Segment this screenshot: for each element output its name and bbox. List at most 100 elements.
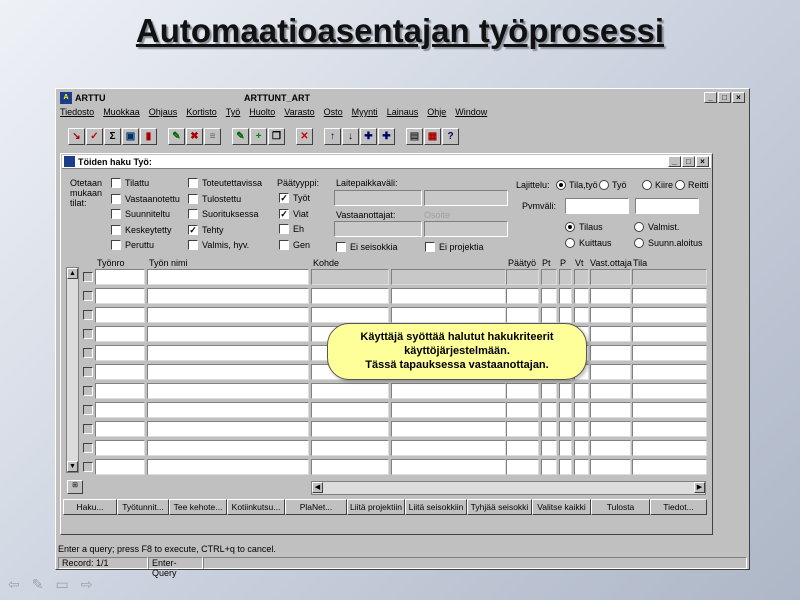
grid-cell[interactable]	[311, 383, 389, 399]
state-checkbox[interactable]	[111, 209, 121, 219]
grid-cell[interactable]	[311, 269, 389, 285]
laitepaikka-to-field[interactable]	[424, 190, 508, 206]
grid-cell[interactable]	[541, 440, 557, 456]
menu-kortisto[interactable]: Kortisto	[186, 107, 217, 121]
menu-myynti[interactable]: Myynti	[352, 107, 378, 121]
paatyyppi-checkbox[interactable]: ✓	[279, 208, 289, 219]
paatyyppi-checkbox[interactable]	[279, 239, 289, 250]
kotiinkutsu-button[interactable]: Kotiinkutsu...	[227, 499, 285, 515]
save-icon[interactable]: ▣	[122, 127, 139, 145]
date-type-radio[interactable]	[565, 222, 575, 232]
ei-projektia-checkbox[interactable]	[425, 242, 435, 252]
edit-pencil-icon[interactable]: ✎	[232, 127, 249, 145]
grid-cell[interactable]	[590, 307, 631, 323]
menu-icon[interactable]: ▭	[55, 576, 68, 593]
grid-cell[interactable]	[95, 269, 145, 285]
tiedot-button[interactable]: Tiedot...	[650, 499, 707, 515]
grid-cell[interactable]	[147, 269, 309, 285]
menu-varasto[interactable]: Varasto	[284, 107, 314, 121]
grid-cell[interactable]	[590, 345, 631, 361]
date-type-radio[interactable]	[634, 222, 644, 232]
lajittelu-radio[interactable]	[675, 180, 685, 190]
delete-record-icon[interactable]: ✖	[186, 127, 203, 145]
menu-ohjaus[interactable]: Ohjaus	[149, 107, 178, 121]
grid-cell[interactable]	[574, 459, 589, 475]
row-select-checkbox[interactable]	[83, 348, 93, 358]
grid-cell[interactable]	[95, 307, 145, 323]
grid-cell[interactable]	[506, 440, 539, 456]
tyotunnit-button[interactable]: Työtunnit...	[117, 499, 169, 515]
sum-icon[interactable]: Σ	[104, 127, 121, 145]
lajittelu-radio[interactable]	[599, 180, 609, 190]
grid-cell[interactable]	[590, 326, 631, 342]
grid-cell[interactable]	[95, 459, 145, 475]
grid-cell[interactable]	[95, 402, 145, 418]
grid-cell[interactable]	[311, 402, 389, 418]
grid-cell[interactable]	[391, 402, 506, 418]
menu-muokkaa[interactable]: Muokkaa	[103, 107, 140, 121]
planet-button[interactable]: PlaNet...	[285, 499, 347, 515]
grid-cell[interactable]	[559, 269, 572, 285]
scroll-right-arrow-icon[interactable]: ▶	[694, 482, 705, 493]
horizontal-scrollbar[interactable]: ◀ ▶	[311, 481, 706, 495]
grid-cell[interactable]	[590, 459, 631, 475]
grid-cell[interactable]	[311, 307, 389, 323]
grid-cell[interactable]	[590, 421, 631, 437]
maximize-button[interactable]: □	[718, 92, 731, 103]
grid-cell[interactable]	[95, 326, 145, 342]
grid-cell[interactable]	[559, 288, 572, 304]
grid-cell[interactable]	[391, 421, 506, 437]
grid-cell[interactable]	[574, 383, 589, 399]
grid-cell[interactable]	[147, 345, 309, 361]
grid-cell[interactable]	[311, 459, 389, 475]
grid-cell[interactable]	[147, 307, 309, 323]
paatyyppi-checkbox[interactable]	[279, 224, 289, 234]
grid-cell[interactable]	[541, 459, 557, 475]
pvm-to-field[interactable]	[635, 198, 699, 214]
grid-cell[interactable]	[559, 421, 572, 437]
menu-osto[interactable]: Osto	[324, 107, 343, 121]
inner-maximize-button[interactable]: □	[682, 156, 695, 167]
grid-cell[interactable]	[147, 288, 309, 304]
menu-window[interactable]: Window	[455, 107, 487, 121]
plus-up-icon[interactable]: ✚	[360, 127, 377, 145]
grid-cell[interactable]	[506, 459, 539, 475]
grid-cell[interactable]	[147, 402, 309, 418]
grid-cell[interactable]	[559, 440, 572, 456]
state-checkbox[interactable]	[111, 224, 121, 235]
grid-cell[interactable]	[506, 402, 539, 418]
pvm-from-field[interactable]	[565, 198, 629, 214]
menu-ohje[interactable]: Ohje	[427, 107, 446, 121]
grid-cell[interactable]	[147, 383, 309, 399]
grid-cell[interactable]	[590, 364, 631, 380]
valitse-kaikki-button[interactable]: Valitse kaikki	[532, 499, 591, 515]
grid-cell[interactable]	[541, 383, 557, 399]
inner-minimize-button[interactable]: _	[668, 156, 681, 167]
grid-cell[interactable]	[391, 307, 506, 323]
grid-cell[interactable]	[632, 459, 707, 475]
grid-toggle-icon[interactable]: ⊞	[67, 480, 83, 494]
row-select-checkbox[interactable]	[83, 329, 93, 339]
vertical-scrollbar[interactable]: ▲ ▼	[66, 267, 79, 473]
liita-projektiin-button[interactable]: Liitä projektiin	[347, 499, 405, 515]
exit-icon[interactable]: ▮	[140, 127, 157, 145]
laitepaikka-from-field[interactable]	[334, 190, 422, 206]
close-button[interactable]: ×	[732, 92, 745, 103]
grid-cell[interactable]	[95, 421, 145, 437]
row-select-checkbox[interactable]	[83, 443, 93, 453]
grid-cell[interactable]	[506, 307, 539, 323]
check-icon[interactable]: ✓	[86, 127, 103, 145]
menu-tyo[interactable]: Työ	[226, 107, 241, 121]
grid-cell[interactable]	[147, 440, 309, 456]
grid-cell[interactable]	[632, 269, 707, 285]
help-icon[interactable]: ?	[442, 127, 459, 145]
osoite-field[interactable]	[424, 221, 508, 237]
state-checkbox[interactable]	[111, 193, 121, 204]
minimize-button[interactable]: _	[704, 92, 717, 103]
grid-cell[interactable]	[95, 383, 145, 399]
grid-cell[interactable]	[590, 440, 631, 456]
edit-icon[interactable]: ✎	[168, 127, 185, 145]
row-select-checkbox[interactable]	[83, 386, 93, 396]
execute-query-icon[interactable]: ↘	[68, 127, 85, 145]
row-select-checkbox[interactable]	[83, 291, 93, 301]
